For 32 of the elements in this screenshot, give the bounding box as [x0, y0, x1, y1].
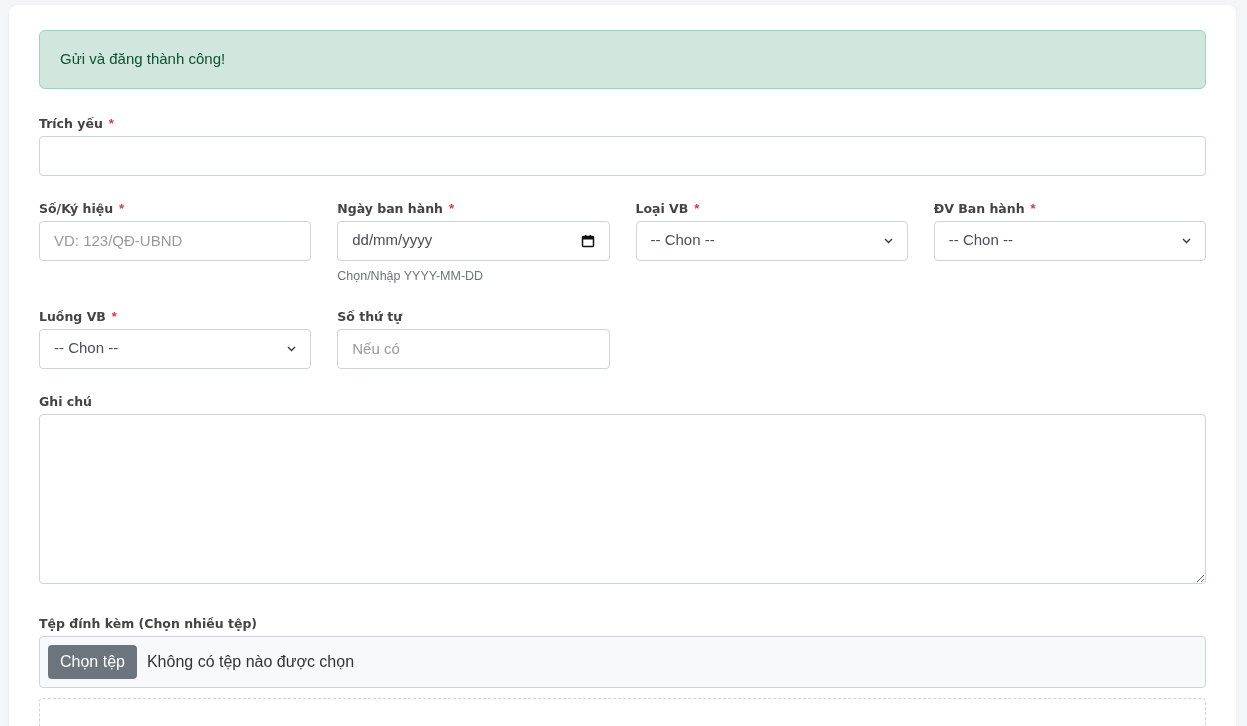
field-label: Số/Ký hiệu — [39, 200, 114, 216]
field-label: Trích yếu — [39, 115, 103, 131]
text-field[interactable] — [39, 135, 1206, 176]
field-label: Loại VB — [635, 200, 689, 216]
success-alert: Gửi và đăng thành công! — [39, 30, 1206, 89]
date-field[interactable]: dd/mm/yyyy — [337, 220, 610, 261]
select-field[interactable]: -- Chon -- — [635, 220, 908, 261]
text-field[interactable]: VD: 123/QĐ-UBND — [39, 220, 312, 261]
required-mark: * — [119, 200, 125, 216]
field-label: Tệp đính kèm (Chọn nhiều tệp) — [39, 615, 258, 631]
required-mark: * — [449, 200, 455, 216]
textarea-field[interactable] — [39, 413, 1206, 584]
file-status-text: Không có tệp nào được chọn — [146, 651, 355, 672]
required-mark: * — [111, 308, 117, 324]
field-label: Ghi chú — [39, 393, 92, 409]
required-mark: * — [694, 200, 700, 216]
required-mark: * — [1030, 200, 1036, 216]
required-mark: * — [108, 115, 114, 131]
select-field[interactable]: -- Chon -- — [39, 328, 312, 369]
calendar-icon[interactable] — [580, 233, 595, 248]
field-label: Số thứ tự — [337, 308, 403, 324]
field-label: Ngày ban hành — [337, 200, 443, 216]
text-field[interactable]: Nếu có — [337, 328, 610, 369]
chevron-down-icon — [1182, 237, 1191, 244]
hint-text: Chọn/Nhập YYYY-MM-DD — [337, 268, 485, 284]
field-label: ĐV Ban hành — [933, 200, 1025, 216]
file-field[interactable]: Chọn tệp Không có tệp nào được chọn — [39, 635, 1206, 688]
select-field[interactable]: -- Chon -- — [933, 220, 1206, 261]
chevron-down-icon — [287, 345, 297, 352]
field-label: Luồng VB — [39, 308, 106, 324]
choose-file-button[interactable]: Chọn tệp — [48, 644, 137, 679]
chevron-down-icon — [883, 237, 893, 244]
